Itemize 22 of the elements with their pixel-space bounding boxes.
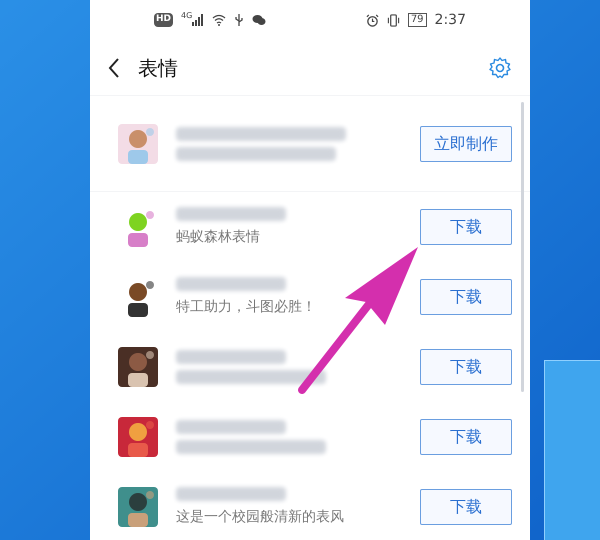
back-icon[interactable] [108,58,120,78]
pack-description: 蚂蚁森林表情 [176,228,261,246]
download-button[interactable]: 下载 [420,209,512,245]
chat-icon [252,14,266,26]
download-button[interactable]: 下载 [420,349,512,385]
signal-icon [192,14,204,26]
usb-icon [234,13,244,27]
download-button[interactable]: 下载 [420,419,512,455]
download-button[interactable]: 下载 [420,489,512,525]
network-indicator: 4G [181,10,192,22]
settings-icon[interactable] [488,56,512,80]
battery-indicator: 79 [408,13,427,27]
create-button[interactable]: 立即制作 [420,126,512,162]
page-title: 表情 [138,54,178,82]
clock: 2:37 [434,10,466,30]
pack-description: 特工助力，斗图必胜！ [176,298,317,316]
pack-description: 这是一个校园般清新的表风 [176,508,345,526]
hd-indicator: HD [154,13,174,27]
vibrate-icon [386,14,400,26]
download-button[interactable]: 下载 [420,279,512,315]
wifi-icon [212,14,226,26]
alarm-icon [366,14,379,26]
